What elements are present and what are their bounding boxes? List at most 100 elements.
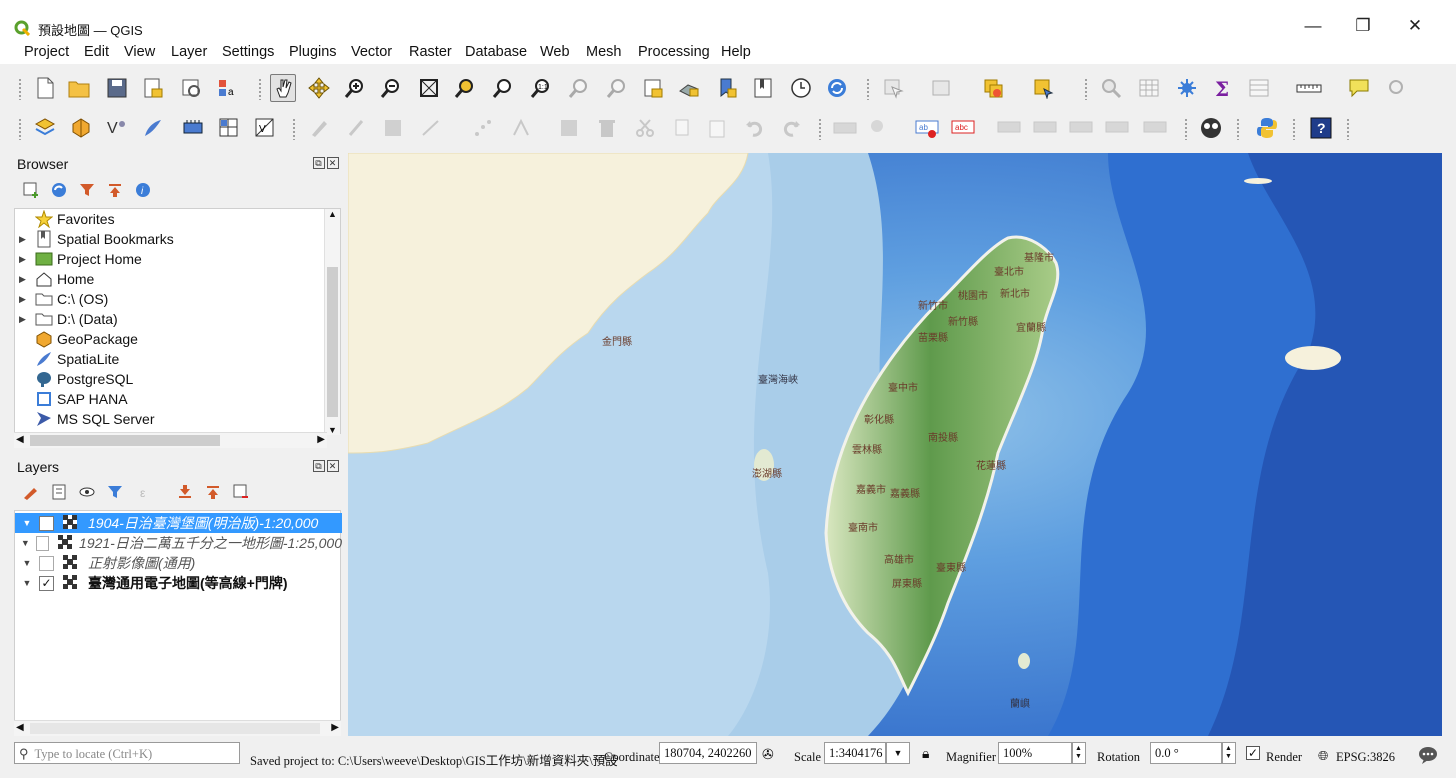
plugin-owl-icon[interactable] — [1198, 114, 1224, 142]
menu-vector[interactable]: Vector — [351, 44, 392, 60]
toggle-extents-icon[interactable]: ✇ — [762, 747, 774, 764]
menu-project[interactable]: Project — [24, 44, 69, 60]
toolbar-grip[interactable] — [866, 78, 870, 100]
scroll-thumb[interactable] — [30, 723, 320, 734]
paste-features-icon[interactable] — [704, 114, 730, 142]
zoom-native-icon[interactable]: 1:1 — [528, 74, 554, 102]
save-project-icon[interactable] — [104, 74, 130, 102]
scroll-down-icon[interactable]: ▼ — [328, 425, 337, 435]
collapse-arrow-icon[interactable]: ▼ — [15, 558, 39, 568]
toolbar-grip[interactable] — [18, 78, 22, 100]
new-3d-map-view-icon[interactable] — [676, 74, 702, 102]
toolbar-grip[interactable] — [258, 78, 262, 100]
expand-arrow-icon[interactable]: ▶ — [19, 314, 33, 325]
collapse-arrow-icon[interactable]: ▼ — [15, 578, 39, 588]
digitize-line-icon[interactable] — [418, 114, 444, 142]
locator-icon[interactable] — [1384, 74, 1410, 102]
attribute-table-icon[interactable] — [1246, 74, 1272, 102]
vertex-tool-icon[interactable] — [470, 114, 496, 142]
layer-labeling-icon[interactable]: ab — [914, 114, 940, 142]
scroll-right-icon[interactable]: ▶ — [331, 722, 339, 733]
menu-settings[interactable]: Settings — [222, 44, 274, 60]
browser-item-spatialite[interactable]: SpatiaLite — [19, 349, 119, 369]
toolbar-grip[interactable] — [1346, 118, 1350, 140]
temporal-controller-icon[interactable] — [788, 74, 814, 102]
coordinate-field[interactable]: 180704, 2402260 — [659, 742, 757, 764]
layer-styling-icon[interactable] — [18, 478, 44, 506]
layer-visibility-checkbox[interactable] — [39, 555, 54, 571]
delete-selected-icon[interactable] — [594, 114, 620, 142]
cut-features-icon[interactable] — [632, 114, 658, 142]
properties-icon[interactable]: i — [130, 176, 156, 204]
new-project-icon[interactable] — [32, 74, 58, 102]
refresh-icon[interactable] — [824, 74, 850, 102]
layout-manager-icon[interactable] — [178, 74, 204, 102]
menu-raster[interactable]: Raster — [409, 44, 452, 60]
zoom-out-icon[interactable] — [378, 74, 404, 102]
magnifier-field[interactable]: 100% — [998, 742, 1072, 764]
browser-item-drive-c[interactable]: ▶ C:\ (OS) — [19, 289, 108, 309]
filter-by-expression-icon[interactable]: ε — [134, 478, 160, 506]
save-edits-icon[interactable] — [380, 114, 406, 142]
new-print-layout-icon[interactable] — [140, 74, 166, 102]
scroll-left-icon[interactable]: ◀ — [16, 434, 24, 445]
measure-line-icon[interactable] — [1296, 74, 1322, 102]
style-manager-icon[interactable]: a — [214, 74, 240, 102]
filter-browser-icon[interactable] — [74, 176, 100, 204]
change-label-icon[interactable] — [1104, 114, 1130, 142]
copy-features-icon[interactable] — [668, 114, 694, 142]
zoom-to-layer-icon[interactable] — [490, 74, 516, 102]
close-panel-button[interactable]: ✕ — [327, 157, 339, 169]
layer-item[interactable]: ▼ ✓ 臺灣通用電子地圖(等高線+門牌) — [15, 573, 342, 593]
select-features-icon[interactable] — [880, 74, 906, 102]
layer-item[interactable]: ▼ 1921-日治二萬五千分之一地形圖-1:25,000 — [15, 533, 342, 553]
layer-visibility-checkbox[interactable]: ✓ — [39, 575, 54, 591]
browser-horizontal-scrollbar[interactable]: ◀ ▶ — [14, 432, 327, 448]
new-geopackage-layer-icon[interactable] — [68, 114, 94, 142]
rotate-label-icon[interactable] — [1068, 114, 1094, 142]
zoom-in-icon[interactable] — [342, 74, 368, 102]
add-selected-layers-icon[interactable] — [18, 176, 44, 204]
layer-diagram-icon[interactable]: abc — [950, 114, 976, 142]
statistics-icon[interactable]: Σ — [1210, 74, 1236, 102]
layer-visibility-checkbox[interactable] — [35, 535, 49, 551]
scale-field[interactable]: 1:3404176 — [824, 742, 886, 764]
menu-view[interactable]: View — [124, 44, 155, 60]
new-temporary-layer-icon[interactable] — [216, 114, 242, 142]
expand-arrow-icon[interactable]: ▶ — [19, 294, 33, 305]
map-tips-icon[interactable] — [1346, 74, 1372, 102]
help-contents-icon[interactable]: ? — [1308, 114, 1334, 142]
toggle-editing-icon[interactable] — [344, 114, 370, 142]
label-toolbar-icon[interactable] — [832, 114, 858, 142]
browser-item-sap-hana[interactable]: SAP HANA — [19, 389, 128, 409]
menu-layer[interactable]: Layer — [171, 44, 207, 60]
pan-map-icon[interactable] — [270, 74, 296, 102]
highlight-pinned-labels-icon[interactable] — [996, 114, 1022, 142]
scroll-left-icon[interactable]: ◀ — [16, 722, 24, 733]
collapse-arrow-icon[interactable]: ▼ — [15, 538, 36, 548]
menu-mesh[interactable]: Mesh — [586, 44, 621, 60]
deselect-features-icon[interactable] — [980, 74, 1006, 102]
filter-legend-icon[interactable] — [102, 478, 128, 506]
map-canvas[interactable]: 臺灣海峽 金門縣 澎湖縣 基隆市 臺北市 新北市 桃園市 新竹市 新竹縣 宜蘭縣… — [348, 153, 1442, 736]
menu-help[interactable]: Help — [721, 44, 751, 60]
expand-arrow-icon[interactable]: ▶ — [19, 274, 33, 285]
rotation-spinner-icon[interactable]: ▲ ▼ — [1222, 742, 1236, 764]
render-checkbox[interactable]: ✓ — [1246, 746, 1260, 760]
zoom-next-icon[interactable] — [604, 74, 630, 102]
zoom-to-selection-icon[interactable] — [452, 74, 478, 102]
browser-item-favorites[interactable]: Favorites — [19, 209, 115, 229]
open-attribute-table-icon[interactable] — [1136, 74, 1162, 102]
pan-to-selection-icon[interactable] — [306, 74, 332, 102]
float-panel-button[interactable]: ⧉ — [313, 157, 325, 169]
browser-refresh-icon[interactable] — [46, 176, 72, 204]
browser-item-postgresql[interactable]: PostgreSQL — [19, 369, 133, 389]
browser-vertical-scrollbar[interactable]: ▲ ▼ — [324, 209, 340, 435]
edit-table-icon[interactable] — [556, 114, 582, 142]
scroll-thumb[interactable] — [30, 435, 220, 446]
move-label-icon[interactable] — [1032, 114, 1058, 142]
expand-arrow-icon[interactable]: ▶ — [19, 254, 33, 265]
current-edits-icon[interactable] — [306, 114, 332, 142]
expand-all-icon[interactable] — [172, 478, 198, 506]
browser-item-drive-d[interactable]: ▶ D:\ (Data) — [19, 309, 118, 329]
